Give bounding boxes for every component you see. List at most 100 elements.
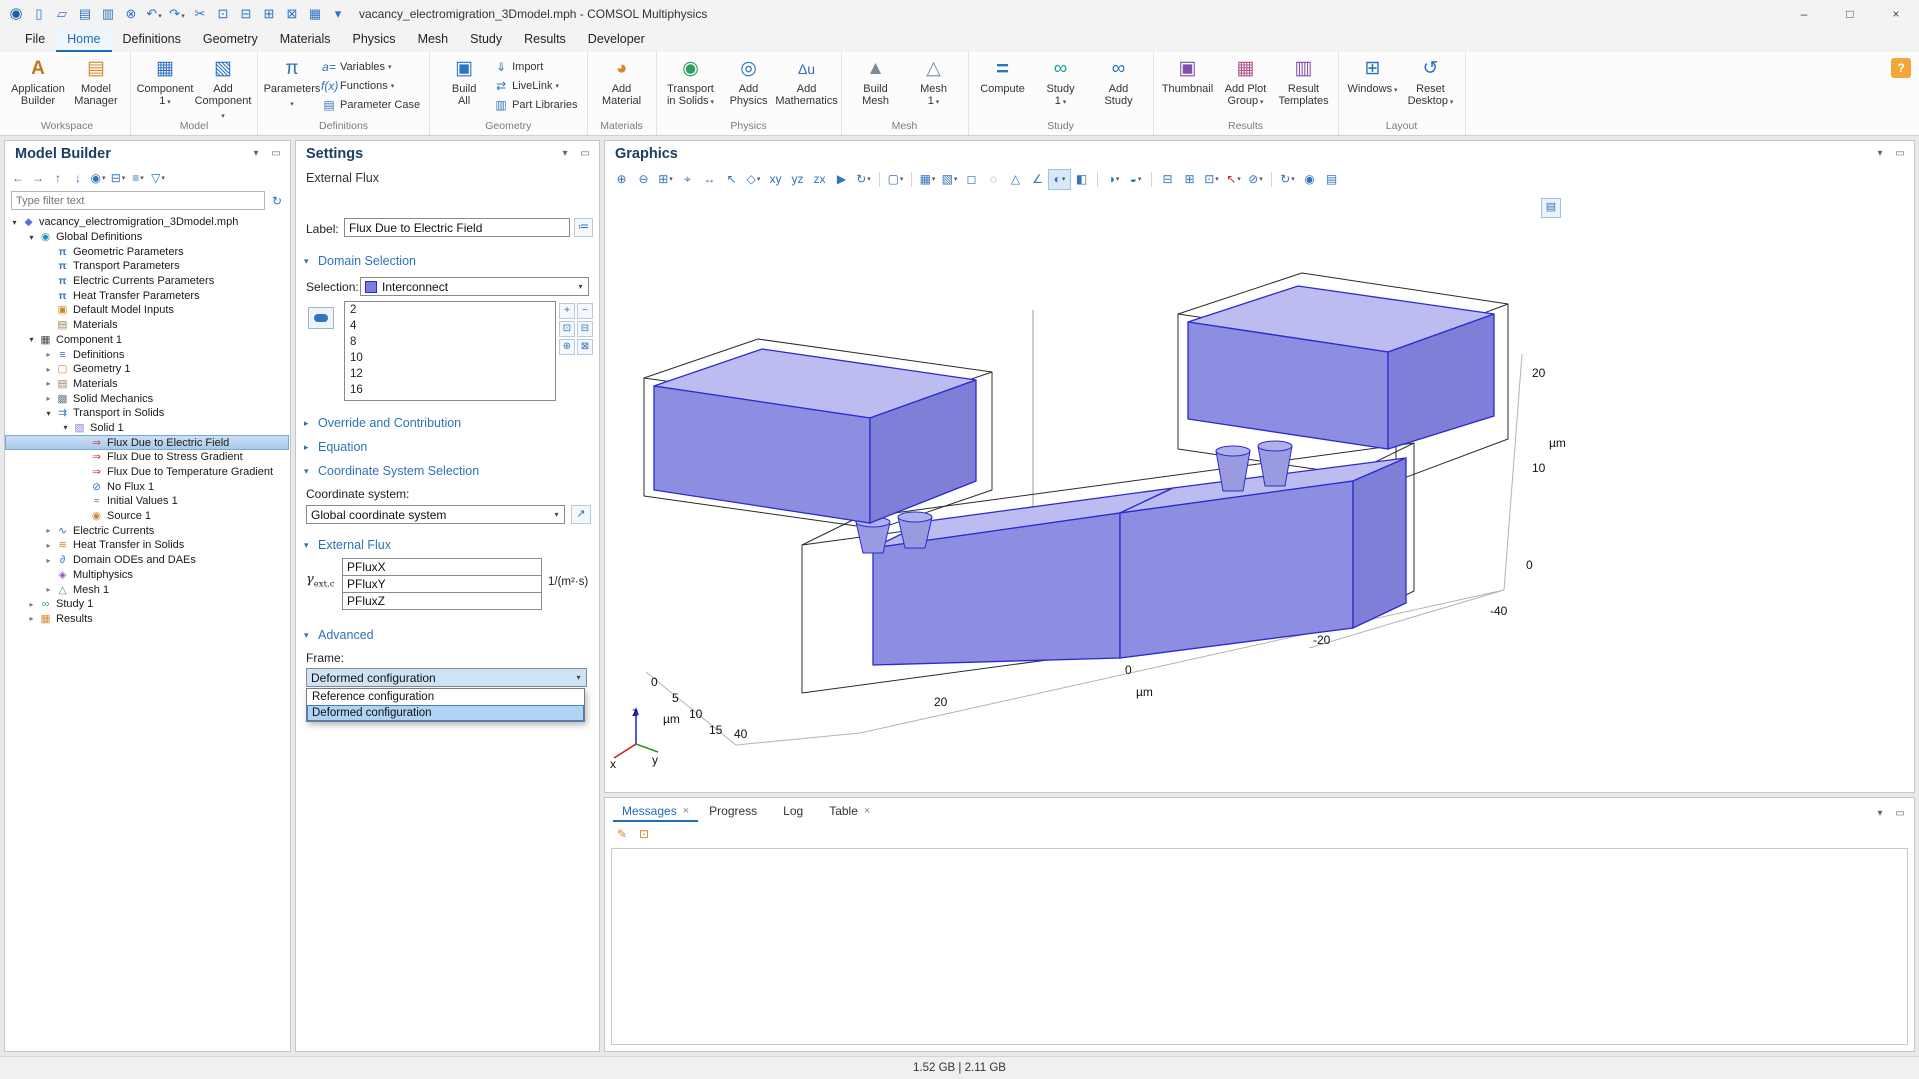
add-plot-group-button[interactable]: ▦ Add Plot Group xyxy=(1217,53,1275,118)
messages-tab[interactable]: Table × xyxy=(820,799,879,822)
select-entities-icon[interactable]: ↖ xyxy=(1223,170,1244,189)
align-view-icon[interactable]: ↖ xyxy=(721,170,742,189)
node-grouping-icon[interactable]: ≡ xyxy=(129,169,147,187)
tree-item[interactable]: Transport Parameters xyxy=(5,259,289,274)
transport-in-solids-button[interactable]: ◉ Transport in Solids xyxy=(662,53,720,118)
scene-light-icon[interactable]: ◐ xyxy=(1049,170,1070,189)
close-tab-icon[interactable]: × xyxy=(683,800,689,822)
section-domain-selection[interactable]: Domain Selection xyxy=(296,251,599,271)
tree-item[interactable]: Transport in Solids xyxy=(5,406,289,421)
messages-tab[interactable]: Log xyxy=(774,799,818,822)
view-yz-icon[interactable]: yz xyxy=(787,170,808,189)
windows-button[interactable]: ⊞ Windows xyxy=(1344,53,1402,118)
tree-item[interactable]: Heat Transfer Parameters xyxy=(5,288,289,303)
zoom-in-icon[interactable]: ⊕ xyxy=(611,170,632,189)
panel-float-icon[interactable]: ▭ xyxy=(268,146,284,162)
panel-float-icon[interactable]: ▭ xyxy=(1892,806,1908,822)
result-templates-button[interactable]: ▥ Result Templates xyxy=(1275,53,1333,118)
skybox-icon[interactable]: ◒ xyxy=(1125,170,1146,189)
flux-value-input[interactable] xyxy=(342,558,542,576)
move-down-icon[interactable]: ↓ xyxy=(69,169,87,187)
menu-item[interactable]: Geometry xyxy=(192,28,269,52)
save-icon[interactable]: ▤ xyxy=(74,3,96,25)
tree-expand-arrow[interactable] xyxy=(59,423,72,432)
messages-tab[interactable]: Progress xyxy=(700,799,772,822)
panel-float-icon[interactable]: ▭ xyxy=(1892,146,1908,162)
move-up-icon[interactable]: ↑ xyxy=(49,169,67,187)
open-file-icon[interactable]: ▱ xyxy=(51,3,73,25)
tree-filter-input[interactable] xyxy=(11,191,265,210)
menu-item[interactable]: Developer xyxy=(577,28,656,52)
duplicate-icon[interactable]: ⊞ xyxy=(258,3,280,25)
clear-messages-icon[interactable]: ✎ xyxy=(613,825,631,843)
coordinate-system-combo[interactable]: Global coordinate system ▾ xyxy=(306,505,565,524)
tree-expand-arrow[interactable] xyxy=(25,600,38,609)
tree-expand-arrow[interactable] xyxy=(42,541,55,550)
section-override[interactable]: Override and Contribution xyxy=(296,413,599,433)
domain-list-item[interactable]: 8 xyxy=(345,334,555,350)
add-component-button[interactable]: ▧ Add Component xyxy=(194,53,252,118)
active-toggle-button[interactable] xyxy=(308,307,334,329)
environment-icon[interactable]: ◑ xyxy=(1103,170,1124,189)
menu-item[interactable]: Materials xyxy=(269,28,342,52)
help-icon[interactable]: ? xyxy=(1891,58,1911,78)
tree-expand-arrow[interactable] xyxy=(42,585,55,594)
tree-item[interactable]: No Flux 1 xyxy=(5,479,289,494)
tree-item[interactable]: Default Model Inputs xyxy=(5,303,289,318)
domain-list-item[interactable]: 2 xyxy=(345,302,555,318)
tree-item[interactable]: Initial Values 1 xyxy=(5,494,289,509)
pan-icon[interactable]: ↔ xyxy=(699,170,720,189)
compact-history-icon[interactable]: ⊗ xyxy=(120,3,142,25)
measure-icon[interactable]: ∠ xyxy=(1027,170,1048,189)
split-vertical-icon[interactable]: ⊞ xyxy=(1179,170,1200,189)
domain-list-item[interactable]: 12 xyxy=(345,366,555,382)
section-advanced[interactable]: Advanced xyxy=(296,625,599,645)
scene-grid-icon[interactable]: ▦ xyxy=(917,170,938,189)
view-zx-icon[interactable]: zx xyxy=(809,170,830,189)
menu-item[interactable]: Definitions xyxy=(112,28,192,52)
tree-item[interactable]: Solid 1 xyxy=(5,421,289,436)
tree-item[interactable]: Flux Due to Stress Gradient xyxy=(5,450,289,465)
tree-expand-arrow[interactable] xyxy=(42,365,55,374)
build-mesh-button[interactable]: ▲ Build Mesh xyxy=(847,53,905,118)
menu-item[interactable]: Study xyxy=(459,28,513,52)
dropdown-option[interactable]: Deformed configuration xyxy=(307,705,584,721)
zoom-box-icon[interactable]: ⊞ xyxy=(655,170,676,189)
tree-item[interactable]: Global Definitions xyxy=(5,230,289,245)
cut-icon[interactable]: ✂ xyxy=(189,3,211,25)
tree-expand-arrow[interactable] xyxy=(25,335,38,344)
add-selection-icon[interactable]: + xyxy=(559,303,575,319)
panel-menu-icon[interactable]: ▾ xyxy=(248,146,264,162)
parameters-button[interactable]: π Parameters xyxy=(263,53,321,118)
paste-icon[interactable]: ⊟ xyxy=(235,3,257,25)
graphics-canvas[interactable]: 20µm100-40-20200µm05101540µmxyz ▤ xyxy=(606,192,1913,791)
comsol-logo-icon[interactable]: ◉ xyxy=(5,3,27,25)
close-button[interactable]: × xyxy=(1873,0,1919,28)
graphics-plot-tools-icon[interactable]: ▤ xyxy=(1541,198,1561,218)
copy-messages-icon[interactable]: ⊡ xyxy=(635,825,653,843)
split-horizontal-icon[interactable]: ⊟ xyxy=(1157,170,1178,189)
tree-item[interactable]: Results xyxy=(5,612,289,627)
component1-button[interactable]: ▦ Component 1 xyxy=(136,53,194,118)
rotate-view-icon[interactable]: ↻ xyxy=(853,170,874,189)
default-view-icon[interactable]: ◇ xyxy=(743,170,764,189)
tree-item[interactable]: Mesh 1 xyxy=(5,582,289,597)
tree-item[interactable]: Electric Currents Parameters xyxy=(5,274,289,289)
panel-float-icon[interactable]: ▭ xyxy=(577,146,593,162)
dropdown-option[interactable]: Reference configuration xyxy=(307,689,584,705)
copy-icon[interactable]: ⊡ xyxy=(212,3,234,25)
tree-item[interactable]: vacancy_electromigration_3Dmodel.mph xyxy=(5,215,289,230)
copy-selection-icon[interactable]: ⊡ xyxy=(559,321,575,337)
tree-item[interactable]: Materials xyxy=(5,377,289,392)
deselect-icon[interactable]: ⊘ xyxy=(1245,170,1266,189)
domain-list-item[interactable]: 10 xyxy=(345,350,555,366)
undo-icon[interactable]: ↶ xyxy=(143,3,165,25)
save-as-icon[interactable]: ▥ xyxy=(97,3,119,25)
view-menu-icon[interactable]: ▢ xyxy=(885,170,906,189)
zoom-out-icon[interactable]: ⊖ xyxy=(633,170,654,189)
minimize-button[interactable]: – xyxy=(1781,0,1827,28)
view-3d-icon[interactable]: ⊡ xyxy=(1201,170,1222,189)
tree-item[interactable]: Study 1 xyxy=(5,597,289,612)
close-tab-icon[interactable]: × xyxy=(864,800,870,822)
maximize-button[interactable]: □ xyxy=(1827,0,1873,28)
